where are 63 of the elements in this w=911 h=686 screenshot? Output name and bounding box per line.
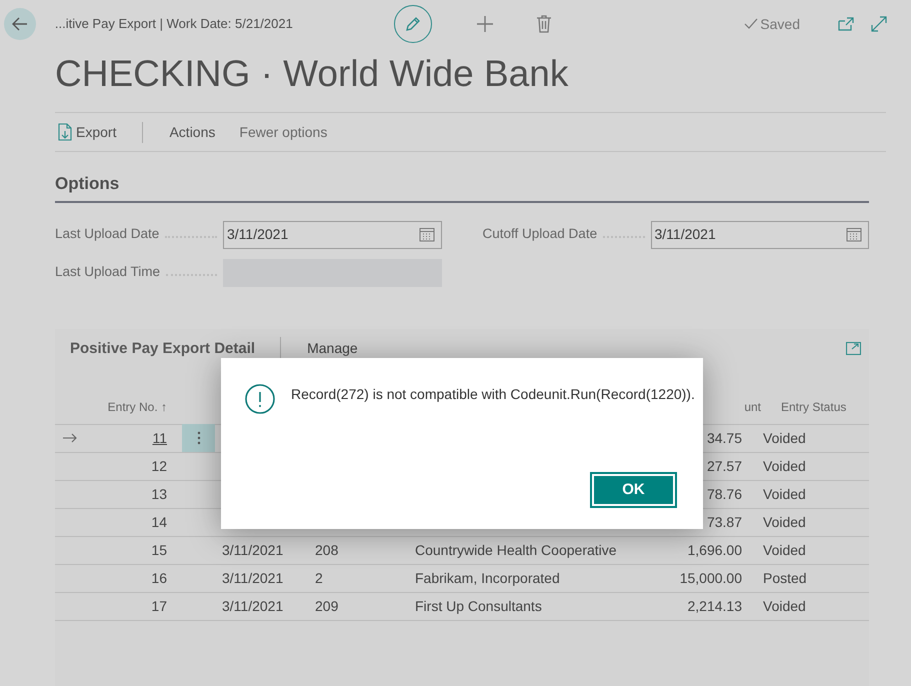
table-cell-text: 17 (151, 596, 167, 616)
expand-icon[interactable] (870, 16, 887, 32)
saved-status: Saved (760, 14, 800, 34)
manage-button[interactable]: Manage (307, 338, 358, 359)
back-button[interactable] (4, 8, 36, 40)
column-header[interactable]: Entry No. ↑ (108, 400, 167, 414)
table-cell-text: 16 (151, 568, 167, 588)
column-header[interactable]: Entry Status (781, 400, 846, 414)
document-export-icon (57, 123, 73, 141)
table-cell-text: 15,000.00 (680, 568, 742, 588)
pencil-icon (404, 15, 422, 33)
table-cell-text: Voided (763, 540, 806, 560)
table-cell-text: 3/11/2021 (222, 568, 284, 588)
add-button[interactable] (475, 14, 496, 34)
table-cell-text: 2,214.13 (688, 596, 742, 616)
calendar-icon[interactable] (418, 227, 434, 242)
table-cell-text: Countrywide Health Cooperative (415, 540, 617, 560)
section-heading: Options (55, 171, 869, 202)
table-cell-text: Voided (763, 512, 806, 532)
table-cell-text: 3/11/2021 (222, 596, 284, 616)
table-cell-text: 3/11/2021 (222, 540, 284, 560)
table-cell-text: 2 (315, 568, 323, 588)
column-header[interactable]: unt (744, 400, 761, 414)
open-new-window-icon[interactable] (838, 17, 854, 31)
field-label: Last Upload Date (55, 225, 160, 244)
calendar-icon[interactable] (846, 227, 862, 242)
edit-button[interactable] (394, 5, 432, 43)
field-label: Cutoff Upload Date (482, 225, 598, 244)
field-label: Last Upload Time (55, 263, 160, 282)
dialog-message: Record(272) is not compatible with Codeunit.Run(Record(1220)). (291, 385, 695, 404)
table-cell-text: Posted (763, 568, 807, 588)
action-button[interactable]: Fewer options (239, 122, 328, 142)
table-cell-text: 34.75 (706, 428, 742, 448)
table-cell-text: 78.76 (706, 484, 742, 504)
date-field[interactable]: 3/11/2021 (650, 220, 869, 248)
table-cell-text: Voided (763, 428, 806, 448)
back-arrow-icon (10, 15, 29, 33)
ok-button[interactable]: OK (592, 474, 675, 506)
table-cell-text: 73.87 (706, 512, 742, 532)
table-cell-text: First Up Consultants (415, 596, 542, 616)
table-cell-text: 15 (151, 540, 167, 560)
action-button[interactable]: Actions (169, 122, 216, 142)
table-cell-text: 208 (315, 540, 338, 560)
table-cell-text: 209 (315, 596, 338, 616)
vertical-dots-icon (196, 431, 200, 445)
exclamation-icon (245, 384, 275, 414)
table-cell-text: Voided (763, 484, 806, 504)
table-cell-text: 13 (151, 484, 167, 504)
delete-button[interactable] (536, 15, 552, 33)
table-cell-text: Fabrikam, Incorporated (415, 568, 560, 588)
entry-link[interactable]: 11 (152, 428, 167, 448)
page-title: CHECKING · World Wide Bank (55, 52, 570, 96)
action-button[interactable]: Export (55, 122, 144, 142)
table-cell-text: 12 (151, 456, 167, 476)
table-cell-text: Voided (763, 596, 806, 616)
table-cell-text: Voided (763, 456, 806, 476)
expand-panel-icon[interactable] (846, 342, 861, 355)
table-cell-text: 1,696.00 (688, 540, 742, 560)
table-cell-text: 14 (151, 512, 167, 532)
table-cell-text: 27.57 (706, 456, 742, 476)
check-icon (744, 18, 758, 30)
breadcrumb: ...itive Pay Export | Work Date: 5/21/2021 (54, 15, 294, 34)
date-field[interactable]: 3/11/2021 (223, 220, 442, 248)
